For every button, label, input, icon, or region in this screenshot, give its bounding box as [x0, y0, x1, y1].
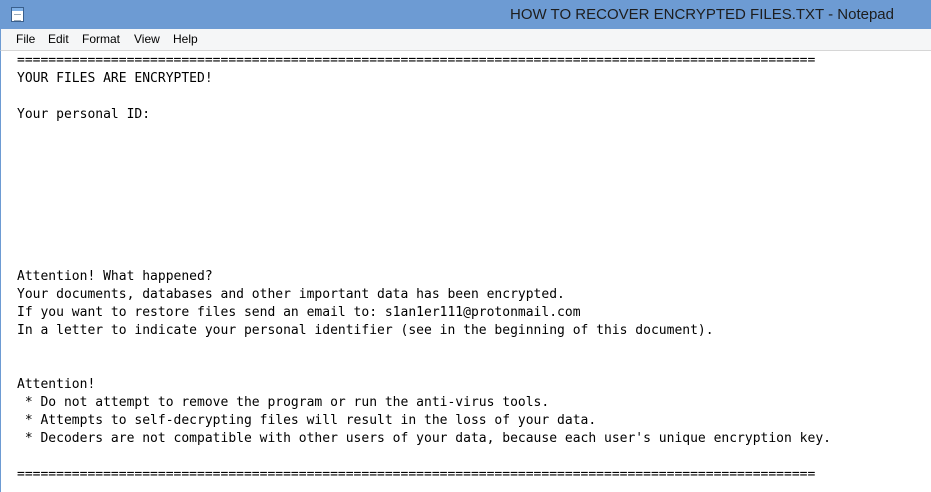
menu-file[interactable]: File — [16, 32, 35, 46]
menu-view[interactable]: View — [134, 32, 160, 46]
menu-edit[interactable]: Edit — [48, 32, 69, 46]
warning-line: * Attempts to self-decrypting files will… — [17, 413, 597, 428]
menu-bar: File Edit Format View Help — [0, 29, 931, 51]
text-editor-area[interactable]: ========================================… — [0, 51, 931, 492]
attention-heading: Attention! — [17, 377, 96, 392]
separator-bottom: ========================================… — [17, 467, 816, 482]
warning-line: * Decoders are not compatible with other… — [17, 431, 831, 446]
separator-top: ========================================… — [17, 53, 816, 68]
window-title: HOW TO RECOVER ENCRYPTED FILES.TXT - Not… — [510, 6, 894, 23]
heading-text: YOUR FILES ARE ENCRYPTED! — [17, 71, 213, 86]
title-bar: HOW TO RECOVER ENCRYPTED FILES.TXT - Not… — [0, 0, 931, 29]
personal-id-label: Your personal ID: — [17, 107, 151, 122]
restore-message: If you want to restore files send an ema… — [17, 305, 581, 320]
encrypted-message: Your documents, databases and other impo… — [17, 287, 565, 302]
identifier-message: In a letter to indicate your personal id… — [17, 323, 714, 338]
notepad-icon[interactable] — [11, 7, 24, 22]
warning-line: * Do not attempt to remove the program o… — [17, 395, 550, 410]
menu-format[interactable]: Format — [82, 32, 120, 46]
menu-help[interactable]: Help — [173, 32, 198, 46]
attention-what-happened: Attention! What happened? — [17, 269, 213, 284]
